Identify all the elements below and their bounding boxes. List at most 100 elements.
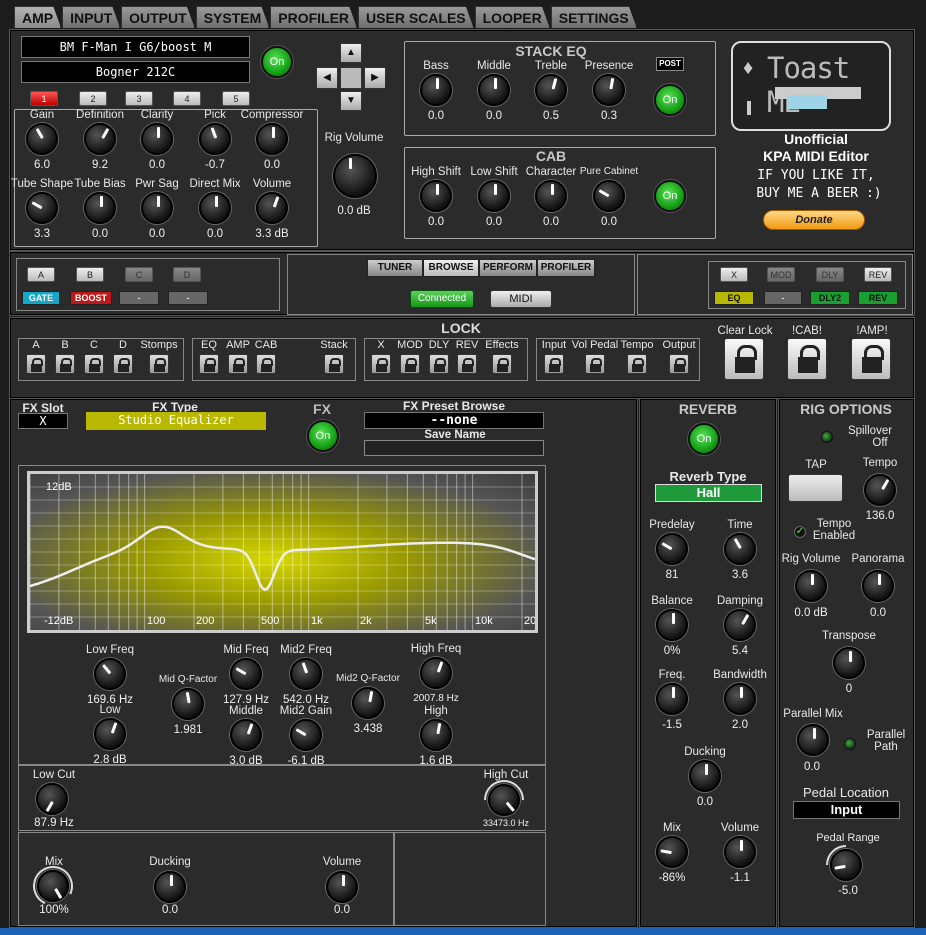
midi-button[interactable]: MIDI: [490, 290, 552, 308]
panorama-knob[interactable]: [862, 570, 894, 602]
parallel-mix-knob[interactable]: [797, 724, 829, 756]
tab-looper[interactable]: LOOPER: [475, 6, 550, 28]
fx-mod-button[interactable]: MOD: [767, 267, 795, 282]
amp-tube-shape-knob[interactable]: [26, 192, 58, 224]
donate-button[interactable]: Donate: [763, 210, 865, 230]
stack-treble-knob[interactable]: [535, 74, 567, 106]
perf-slot-4[interactable]: 4: [173, 91, 201, 106]
toast-me-logo[interactable]: ♦ Toast ME: [731, 41, 891, 131]
perf-slot-3[interactable]: 3: [125, 91, 153, 106]
arrow-down-button[interactable]: ▼: [340, 91, 362, 111]
stomp-a-button[interactable]: A: [27, 267, 55, 282]
amp-pick-knob[interactable]: [199, 123, 231, 155]
fx-rev-button[interactable]: REV: [864, 267, 892, 282]
cab-lock-button[interactable]: [787, 338, 827, 380]
lock-tempo-button[interactable]: [627, 354, 647, 374]
reverb-on-button[interactable]: On: [688, 423, 720, 455]
fx-rev-label[interactable]: REV: [858, 291, 898, 305]
perform-button[interactable]: PERFORM: [479, 259, 537, 277]
amp-tube-bias-knob[interactable]: [84, 192, 116, 224]
reverb-type-value[interactable]: Hall: [655, 484, 762, 502]
stack-middle-knob[interactable]: [478, 74, 510, 106]
cab-on-button[interactable]: On: [654, 180, 686, 212]
cab-low-shift-knob[interactable]: [478, 180, 510, 212]
rig-volume-knob[interactable]: [333, 154, 377, 198]
boost-label[interactable]: BOOST: [70, 291, 112, 305]
lock-d-button[interactable]: [113, 354, 133, 374]
fx-slot-value[interactable]: X: [18, 413, 68, 429]
reverb-balance-knob[interactable]: [656, 609, 688, 641]
fx-on-button[interactable]: On: [307, 420, 339, 452]
clear-lock-button[interactable]: [724, 338, 764, 380]
lock-stack-button[interactable]: [324, 354, 344, 374]
gate-label[interactable]: GATE: [22, 291, 60, 305]
pedal-range-knob[interactable]: [830, 849, 862, 881]
amp-pwr-sag-knob[interactable]: [141, 192, 173, 224]
stomp-c-button[interactable]: C: [125, 267, 153, 282]
amp-direct-mix-knob[interactable]: [199, 192, 231, 224]
tab-output[interactable]: OUTPUT: [121, 6, 195, 28]
lock-amp-button[interactable]: [228, 354, 248, 374]
lock-cab-button[interactable]: [256, 354, 276, 374]
reverb-volume-knob[interactable]: [724, 836, 756, 868]
tab-system[interactable]: SYSTEM: [196, 6, 270, 28]
cab-name-display[interactable]: Bogner 212C: [21, 61, 250, 83]
arrow-up-button[interactable]: ▲: [340, 43, 362, 63]
lock-c-button[interactable]: [84, 354, 104, 374]
tempo-enabled-checkbox[interactable]: ✓: [794, 526, 806, 538]
rig-opt-volume-knob[interactable]: [795, 570, 827, 602]
lock-mod-button[interactable]: [400, 354, 420, 374]
amp-gain-knob[interactable]: [26, 123, 58, 155]
cab-character-knob[interactable]: [535, 180, 567, 212]
lock-x-button[interactable]: [371, 354, 391, 374]
save-name-input[interactable]: [364, 440, 544, 456]
reverb-bandwidth-knob[interactable]: [724, 683, 756, 715]
eq-high-knob[interactable]: [420, 719, 452, 751]
profiler-button[interactable]: PROFILER: [537, 259, 595, 277]
stomp-d-button[interactable]: D: [173, 267, 201, 282]
reverb-damping-knob[interactable]: [724, 609, 756, 641]
eq-high-freq-knob[interactable]: [420, 657, 452, 689]
tempo-knob[interactable]: [864, 474, 896, 506]
eq-low-knob[interactable]: [94, 718, 126, 750]
fx-x-button[interactable]: X: [720, 267, 748, 282]
eq-low-freq-knob[interactable]: [94, 658, 126, 690]
eq-mid2-freq-knob[interactable]: [290, 658, 322, 690]
amp-volume-knob[interactable]: [256, 192, 288, 224]
tab-profiler[interactable]: PROFILER: [270, 6, 357, 28]
lock-vol-pedal-button[interactable]: [585, 354, 605, 374]
lock-dly-button[interactable]: [429, 354, 449, 374]
stomp-c-type[interactable]: -: [119, 291, 159, 305]
reverb-predelay-knob[interactable]: [656, 533, 688, 565]
lock-rev-button[interactable]: [457, 354, 477, 374]
fx-mod-type[interactable]: -: [764, 291, 802, 305]
fx-eq-label[interactable]: EQ: [714, 291, 754, 305]
lock-output-button[interactable]: [669, 354, 689, 374]
fx-ducking-knob[interactable]: [154, 871, 186, 903]
lock-b-button[interactable]: [55, 354, 75, 374]
reverb-time-knob[interactable]: [724, 533, 756, 565]
fx-preset-value[interactable]: --none: [364, 412, 544, 429]
stomp-b-button[interactable]: B: [76, 267, 104, 282]
amp-on-button[interactable]: On: [261, 46, 293, 78]
fx-dly-button[interactable]: DLY: [816, 267, 844, 282]
stomp-d-type[interactable]: -: [168, 291, 208, 305]
cab-pure-cabinet-knob[interactable]: [593, 180, 625, 212]
amp-definition-knob[interactable]: [84, 123, 116, 155]
perf-slot-1[interactable]: 1: [30, 91, 58, 106]
tab-input[interactable]: INPUT: [62, 6, 120, 28]
cab-high-shift-knob[interactable]: [420, 180, 452, 212]
tab-settings[interactable]: SETTINGS: [551, 6, 637, 28]
post-badge[interactable]: POST: [656, 57, 684, 71]
fx-mix-knob[interactable]: [37, 870, 69, 902]
amp-clarity-knob[interactable]: [141, 123, 173, 155]
transpose-knob[interactable]: [833, 647, 865, 679]
tab-amp[interactable]: AMP: [14, 6, 61, 28]
fx-volume-knob[interactable]: [326, 871, 358, 903]
high-cut-knob[interactable]: [488, 784, 520, 816]
stack-presence-knob[interactable]: [593, 74, 625, 106]
perf-slot-5[interactable]: 5: [222, 91, 250, 106]
reverb-freq-knob[interactable]: [656, 683, 688, 715]
browse-button[interactable]: BROWSE: [423, 259, 479, 277]
tuner-button[interactable]: TUNER: [367, 259, 423, 277]
